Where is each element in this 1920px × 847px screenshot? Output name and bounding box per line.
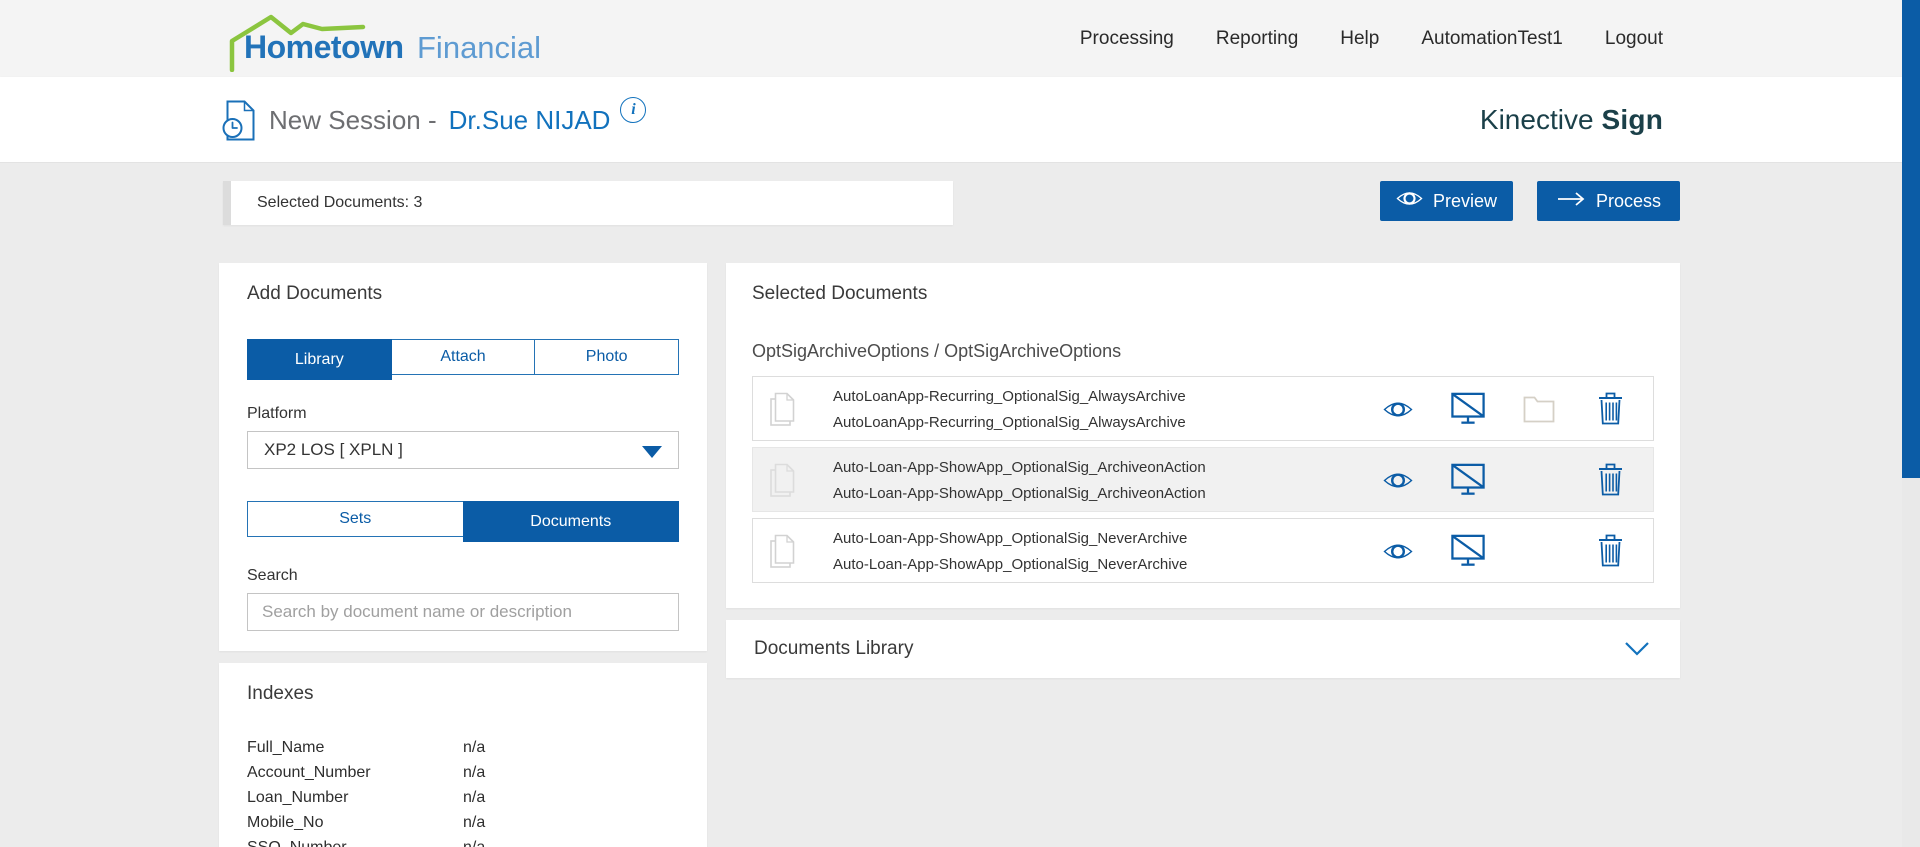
selected-documents-title: Selected Documents [752, 283, 1654, 305]
scrollbar-thumb[interactable] [1902, 0, 1920, 478]
index-row: Loan_Number n/a [247, 785, 679, 810]
index-row: Mobile_No n/a [247, 810, 679, 835]
document-text: AutoLoanApp-Recurring_OptionalSig_Always… [833, 388, 1186, 431]
index-row: Full_Name n/a [247, 735, 679, 760]
nav-item-processing[interactable]: Processing [1080, 28, 1174, 50]
index-label: Mobile_No [247, 814, 463, 832]
toggle-sets[interactable]: Sets [247, 501, 464, 537]
index-value: n/a [463, 764, 485, 782]
document-pages-icon [769, 463, 795, 502]
vertical-scrollbar[interactable] [1902, 0, 1920, 847]
eye-icon [1396, 190, 1423, 212]
indexes-list: Full_Name n/a Account_Number n/a Loan_Nu… [247, 735, 679, 847]
folder-icon[interactable] [1523, 396, 1555, 428]
index-value: n/a [463, 839, 485, 847]
document-description: Auto-Loan-App-ShowApp_OptionalSig_NeverA… [833, 556, 1187, 573]
index-label: Loan_Number [247, 789, 463, 807]
nav-item-help[interactable]: Help [1340, 28, 1379, 50]
tab-library[interactable]: Library [247, 339, 392, 380]
index-label: Account_Number [247, 764, 463, 782]
document-row: Auto-Loan-App-ShowApp_OptionalSig_NeverA… [752, 518, 1654, 583]
document-name: AutoLoanApp-Recurring_OptionalSig_Always… [833, 388, 1186, 405]
product-name: Kinective [1480, 104, 1594, 136]
index-value: n/a [463, 739, 485, 757]
index-label: Full_Name [247, 739, 463, 757]
main-content: Selected Documents: 3 Preview Process Ad… [0, 163, 1920, 847]
tab-attach[interactable]: Attach [391, 339, 536, 375]
selected-documents-count-bar: Selected Documents: 3 [223, 181, 953, 225]
top-nav-bar: Hometown Financial Processing Reporting … [0, 0, 1920, 77]
signature-monitor-icon[interactable] [1451, 392, 1485, 430]
preview-button-label: Preview [1433, 191, 1497, 212]
document-group-title: OptSigArchiveOptions / OptSigArchiveOpti… [752, 341, 1654, 362]
indexes-panel: Indexes Full_Name n/a Account_Number n/a… [219, 663, 707, 847]
logo-text-bold: Hometown [244, 29, 404, 65]
index-label: SSO_Number [247, 839, 463, 847]
preview-document-eye-icon[interactable] [1383, 542, 1413, 566]
document-text: Auto-Loan-App-ShowApp_OptionalSig_NeverA… [833, 530, 1187, 573]
selected-documents-list: AutoLoanApp-Recurring_OptionalSig_Always… [752, 376, 1654, 583]
logo-text: Hometown Financial [244, 29, 541, 66]
add-documents-title: Add Documents [247, 283, 679, 305]
info-icon[interactable]: i [620, 97, 646, 123]
process-button[interactable]: Process [1537, 181, 1680, 221]
caret-down-icon [642, 446, 662, 458]
toggle-documents[interactable]: Documents [463, 501, 680, 542]
logo-text-light: Financial [417, 30, 541, 65]
trash-icon[interactable] [1597, 392, 1624, 430]
add-documents-tabs: Library Attach Photo [247, 339, 679, 375]
document-row: AutoLoanApp-Recurring_OptionalSig_Always… [752, 376, 1654, 441]
selected-documents-count: Selected Documents: 3 [257, 194, 422, 212]
session-document-clock-icon [222, 100, 255, 141]
indexes-title: Indexes [247, 683, 679, 705]
trash-icon[interactable] [1597, 534, 1624, 572]
product-suffix: Sign [1602, 104, 1663, 136]
nav-links: Processing Reporting Help AutomationTest… [1080, 0, 1663, 77]
documents-library-title: Documents Library [754, 638, 913, 660]
process-button-label: Process [1596, 191, 1661, 212]
preview-document-eye-icon[interactable] [1383, 471, 1413, 495]
document-text: Auto-Loan-App-ShowApp_OptionalSig_Archiv… [833, 459, 1206, 502]
nav-item-logout[interactable]: Logout [1605, 28, 1663, 50]
session-header: New Session - Dr.Sue NIJAD i [222, 77, 646, 163]
sets-documents-toggle: Sets Documents [247, 501, 679, 537]
document-description: Auto-Loan-App-ShowApp_OptionalSig_Archiv… [833, 485, 1206, 502]
document-pages-icon [769, 534, 795, 573]
document-row: Auto-Loan-App-ShowApp_OptionalSig_Archiv… [752, 447, 1654, 512]
hometown-financial-logo[interactable]: Hometown Financial [222, 8, 582, 72]
arrow-right-icon [1556, 191, 1586, 212]
nav-item-reporting[interactable]: Reporting [1216, 28, 1298, 50]
search-input[interactable] [247, 593, 679, 631]
index-row: Account_Number n/a [247, 760, 679, 785]
search-label: Search [247, 567, 679, 585]
add-documents-panel: Add Documents Library Attach Photo Platf… [219, 263, 707, 651]
product-brand: Kinective Sign [1480, 77, 1663, 163]
document-name: Auto-Loan-App-ShowApp_OptionalSig_NeverA… [833, 530, 1187, 547]
session-user-link[interactable]: Dr.Sue NIJAD [449, 105, 611, 136]
preview-document-eye-icon[interactable] [1383, 400, 1413, 424]
document-name: Auto-Loan-App-ShowApp_OptionalSig_Archiv… [833, 459, 1206, 476]
document-pages-icon [769, 392, 795, 431]
chevron-down-icon[interactable] [1624, 641, 1650, 657]
trash-icon[interactable] [1597, 463, 1624, 501]
nav-item-user-menu[interactable]: AutomationTest1 [1421, 28, 1563, 50]
signature-monitor-icon[interactable] [1451, 463, 1485, 501]
platform-select-value: XP2 LOS [ XPLN ] [264, 440, 403, 460]
platform-label: Platform [247, 405, 679, 423]
index-value: n/a [463, 814, 485, 832]
document-description: AutoLoanApp-Recurring_OptionalSig_Always… [833, 414, 1186, 431]
platform-select[interactable]: XP2 LOS [ XPLN ] [247, 431, 679, 469]
selected-documents-panel: Selected Documents OptSigArchiveOptions … [726, 263, 1680, 608]
page-title: New Session - [269, 105, 437, 136]
signature-monitor-icon[interactable] [1451, 534, 1485, 572]
index-value: n/a [463, 789, 485, 807]
page-header: New Session - Dr.Sue NIJAD i Kinective S… [0, 77, 1920, 163]
index-row: SSO_Number n/a [247, 835, 679, 847]
tab-photo[interactable]: Photo [534, 339, 679, 375]
preview-button[interactable]: Preview [1380, 181, 1513, 221]
documents-library-panel[interactable]: Documents Library [726, 620, 1680, 678]
